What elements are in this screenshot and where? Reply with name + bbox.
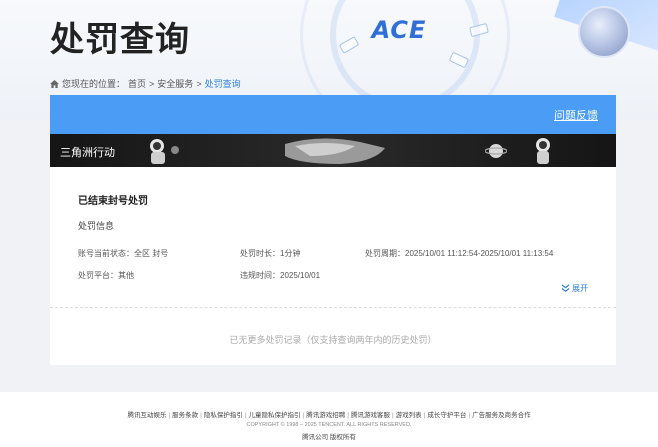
- breadcrumb: 您现在的位置： 首页 > 安全服务 > 处罚查询: [50, 77, 241, 90]
- violation-time-field: 违规时间：2025/10/01: [240, 270, 320, 281]
- breadcrumb-current[interactable]: 处罚查询: [205, 77, 241, 90]
- company-rights: 腾讯公司 版权所有: [302, 434, 356, 441]
- duration-field: 处罚时长：1分钟: [240, 248, 300, 259]
- page-title: 处罚查询: [50, 21, 190, 59]
- violation-time-value: 2025/10/01: [280, 271, 321, 280]
- footer-link[interactable]: 游戏列表: [396, 412, 422, 419]
- footer-link[interactable]: 服务条款: [172, 412, 198, 419]
- avatar[interactable]: [578, 6, 630, 58]
- ace-logo: ACE: [371, 16, 427, 44]
- duration-label: 处罚时长：: [240, 249, 280, 258]
- breadcrumb-separator: >: [196, 78, 202, 89]
- footer: 腾讯互动娱乐 | 服务条款 | 隐私保护指引 | 儿童隐私保护指引 | 腾讯游戏招聘 | 腾讯游戏客…: [0, 392, 658, 447]
- expand-label: 展开: [572, 284, 588, 293]
- game-name: 三角洲行动: [60, 147, 115, 159]
- spaceship-icon: [285, 138, 385, 164]
- violation-time-label: 违规时间：: [240, 271, 280, 280]
- empty-records-note: 已无更多处罚记录（仅支持查询两年内的历史处罚）: [229, 335, 437, 345]
- copyright: COPYRIGHT © 1998 – 2025 TENCENT. ALL RIG…: [246, 422, 412, 428]
- footer-link[interactable]: 腾讯游戏招聘: [306, 412, 345, 419]
- feedback-link[interactable]: 问题反馈: [554, 107, 598, 123]
- period-field: 处罚周期：2025/10/01 11:12:54-2025/10/01 11:1…: [365, 248, 553, 259]
- period-value: 2025/10/01 11:12:54-2025/10/01 11:13:54: [405, 249, 554, 258]
- platform-label: 处罚平台：: [78, 271, 118, 280]
- astronaut-icon: [150, 139, 179, 164]
- penalty-status-title: 已结束封号处罚: [78, 196, 148, 207]
- footer-link[interactable]: 腾讯游戏客服: [351, 412, 390, 419]
- expand-button[interactable]: 展开: [561, 283, 588, 294]
- breadcrumb-separator: >: [149, 78, 155, 89]
- penalty-info-title: 处罚信息: [78, 221, 115, 231]
- footer-link[interactable]: 广告服务及商务合作: [472, 412, 531, 419]
- footer-link[interactable]: 儿童隐私保护指引: [249, 412, 301, 419]
- platform-field: 处罚平台：其他: [78, 270, 134, 281]
- period-label: 处罚周期：: [365, 249, 405, 258]
- account-status-label: 账号当前状态：: [78, 249, 134, 258]
- penalty-content: 已结束封号处罚 处罚信息 账号当前状态：全区 封号 处罚时长：1分钟 处罚周期：…: [50, 167, 616, 365]
- breadcrumb-prefix: 您现在的位置：: [62, 79, 126, 89]
- duration-value: 1分钟: [280, 249, 301, 258]
- footer-links: 腾讯互动娱乐 | 服务条款 | 隐私保护指引 | 儿童隐私保护指引 | 腾讯游戏招聘 | 腾讯游戏客…: [0, 409, 658, 419]
- footer-link[interactable]: 成长守护平台: [427, 412, 466, 419]
- breadcrumb-security-services[interactable]: 安全服务: [157, 77, 193, 90]
- platform-value: 其他: [118, 271, 134, 280]
- account-status-value: 全区 封号: [134, 249, 169, 258]
- game-banner: 三角洲行动: [50, 134, 616, 167]
- content-divider: [50, 307, 616, 308]
- double-chevron-down-icon: [561, 284, 570, 292]
- planet-icon: [485, 144, 507, 158]
- panel-header-bar: 问题反馈: [50, 95, 616, 134]
- footer-link[interactable]: 腾讯互动娱乐: [127, 412, 166, 419]
- penalty-panel: 问题反馈 三角洲行动 已结束封号处罚 处罚信息 账号当前状态：全区 封号 处罚时…: [50, 95, 616, 365]
- astronaut-icon: [536, 138, 550, 164]
- breadcrumb-home[interactable]: 首页: [128, 77, 146, 90]
- account-status-field: 账号当前状态：全区 封号: [78, 248, 168, 259]
- footer-link[interactable]: 隐私保护指引: [204, 412, 243, 419]
- home-icon: [50, 79, 59, 88]
